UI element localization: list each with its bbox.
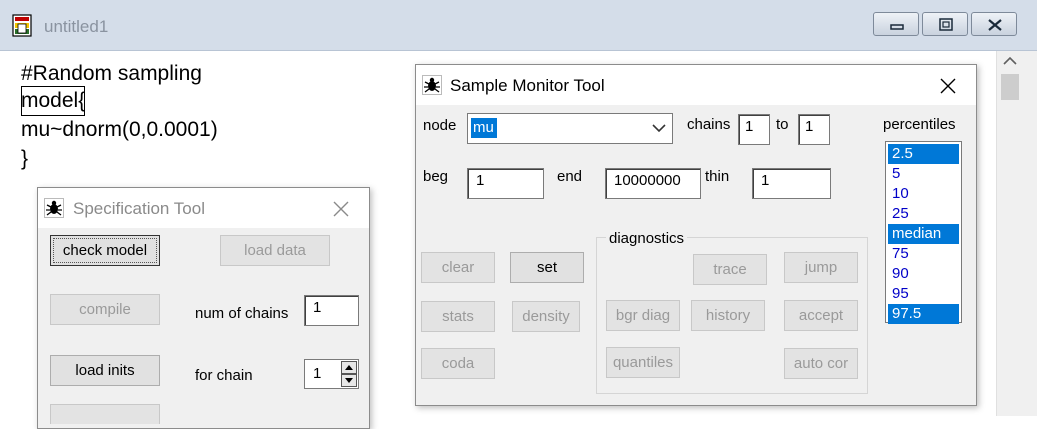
percentiles-listbox[interactable]: 2.5 5 10 25 median 75 90 95 97.5 <box>885 141 962 324</box>
trace-button[interactable]: trace <box>693 254 767 285</box>
window-title: untitled1 <box>44 17 109 36</box>
list-item[interactable]: 5 <box>888 164 959 184</box>
thin-label: thin <box>705 168 730 185</box>
compile-button[interactable]: compile <box>50 294 160 325</box>
specification-tool-titlebar[interactable]: Specification Tool <box>38 188 369 228</box>
quantiles-button[interactable]: quantiles <box>606 347 680 378</box>
beg-label: beg <box>423 168 449 185</box>
list-item[interactable]: 97.5 <box>888 304 959 324</box>
list-item[interactable]: 10 <box>888 184 959 204</box>
vertical-scrollbar[interactable] <box>996 51 1037 416</box>
list-item[interactable]: 25 <box>888 204 959 224</box>
list-item[interactable]: 90 <box>888 264 959 284</box>
maximize-icon <box>939 18 953 31</box>
chains-from-input[interactable]: 1 <box>738 114 770 145</box>
for-chain-stepper[interactable]: 1 <box>304 359 359 389</box>
num-of-chains-label: num of chains <box>195 305 289 322</box>
bug-icon <box>44 198 64 218</box>
load-inits-button[interactable]: load inits <box>50 355 160 386</box>
partial-button[interactable] <box>50 404 160 424</box>
scroll-up-arrow-icon[interactable] <box>997 51 1023 71</box>
code-line: } <box>21 147 29 170</box>
diagnostics-label: diagnostics <box>606 230 688 247</box>
num-of-chains-input[interactable]: 1 <box>304 295 359 326</box>
sample-monitor-titlebar[interactable]: Sample Monitor Tool <box>416 65 976 105</box>
end-input[interactable]: 10000000 <box>605 168 701 199</box>
list-item[interactable]: median <box>888 224 959 244</box>
for-chain-label: for chain <box>195 367 253 384</box>
jump-button[interactable]: jump <box>784 252 858 283</box>
code-line: mu~dnorm(0,0.0001) <box>21 118 218 141</box>
dialog-title: Sample Monitor Tool <box>450 76 605 95</box>
scroll-thumb[interactable] <box>1001 74 1019 100</box>
bug-icon <box>422 75 442 95</box>
minimize-icon <box>890 24 904 30</box>
density-button[interactable]: density <box>512 301 580 332</box>
document-app-icon <box>12 14 32 37</box>
beg-input[interactable]: 1 <box>467 168 544 199</box>
load-data-button[interactable]: load data <box>220 235 330 266</box>
chains-to-input[interactable]: 1 <box>798 114 830 145</box>
node-combobox[interactable]: mu <box>467 113 673 144</box>
spin-arrows-icon[interactable] <box>341 361 357 387</box>
node-label: node <box>423 117 457 134</box>
maximize-button[interactable] <box>922 12 968 36</box>
to-label: to <box>776 116 789 133</box>
list-item[interactable]: 2.5 <box>888 144 959 164</box>
coda-button[interactable]: coda <box>421 348 495 379</box>
list-item[interactable]: 95 <box>888 284 959 304</box>
bgr-diag-button[interactable]: bgr diag <box>606 300 680 331</box>
close-icon[interactable] <box>939 77 957 95</box>
percentiles-label: percentiles <box>883 116 956 133</box>
dialog-title: Specification Tool <box>73 199 205 218</box>
selection-box <box>21 86 85 116</box>
check-model-button[interactable]: check model <box>50 235 160 266</box>
code-line: #Random sampling <box>21 62 202 85</box>
close-icon <box>988 19 1002 31</box>
chevron-down-icon[interactable] <box>646 114 672 143</box>
for-chain-value: 1 <box>313 365 322 382</box>
node-value: mu <box>471 118 497 138</box>
thin-input[interactable]: 1 <box>752 168 831 199</box>
minimize-button[interactable] <box>873 12 919 36</box>
specification-tool-dialog: Specification Tool check model load data… <box>37 187 370 429</box>
end-label: end <box>557 168 583 185</box>
clear-button[interactable]: clear <box>421 252 495 283</box>
list-item[interactable]: 75 <box>888 244 959 264</box>
main-titlebar[interactable]: untitled1 <box>0 0 1037 51</box>
close-icon[interactable] <box>332 200 350 218</box>
chains-label: chains <box>687 116 731 133</box>
history-button[interactable]: history <box>691 300 765 331</box>
stats-button[interactable]: stats <box>421 301 495 332</box>
set-button[interactable]: set <box>510 252 584 283</box>
close-button[interactable] <box>971 12 1017 36</box>
accept-button[interactable]: accept <box>784 300 858 331</box>
sample-monitor-tool-dialog: Sample Monitor Tool node mu chains 1 to … <box>415 64 977 406</box>
auto-cor-button[interactable]: auto cor <box>784 348 858 379</box>
